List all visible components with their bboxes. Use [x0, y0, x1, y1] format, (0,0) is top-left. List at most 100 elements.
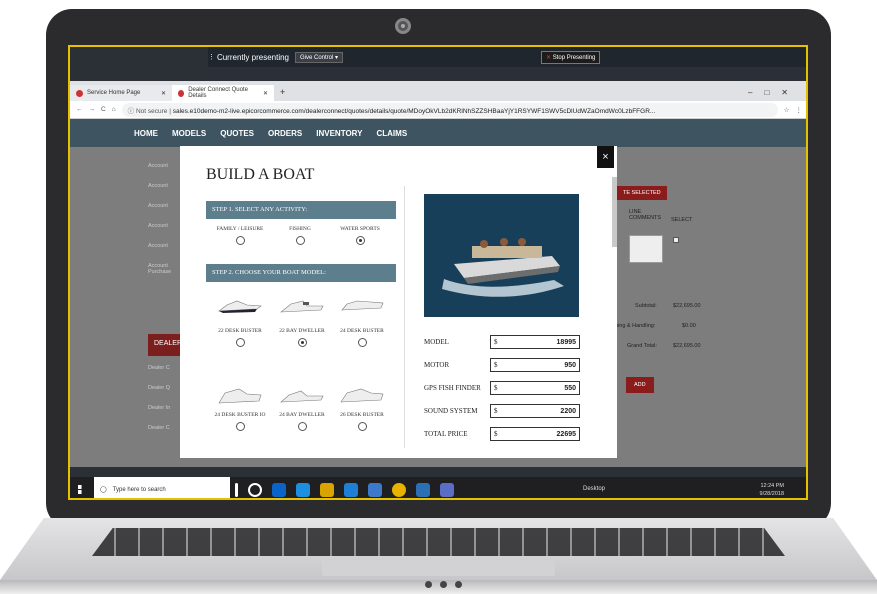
give-control-button[interactable]: Give Control ▾ — [295, 51, 344, 63]
sidebar-item[interactable]: Account — [148, 223, 178, 229]
taskbar-search[interactable]: ◯ Type here to search — [94, 477, 230, 498]
sidebar-item[interactable]: Account — [148, 243, 178, 249]
window-controls[interactable]: –□✕ — [738, 88, 806, 101]
url-field[interactable]: ⓘ Not secure | sales.e10demo-m2-live.epi… — [121, 102, 778, 117]
radio-button[interactable] — [235, 422, 245, 431]
nav-inventory[interactable]: INVENTORY — [316, 129, 362, 138]
stop-presenting-button[interactable]: ✕ Stop Presenting — [541, 51, 601, 64]
step2-header: STEP 2. CHOOSE YOUR BOAT MODEL: — [206, 264, 396, 282]
nav-models[interactable]: MODELS — [172, 129, 206, 138]
tab-service-home[interactable]: Service Home Page ✕ — [70, 85, 172, 101]
windows-taskbar: ◯ Type here to search Desktop 12:24 PM 9/2… — [70, 477, 806, 498]
chrome-icon[interactable] — [392, 482, 406, 497]
radio-button-selected[interactable] — [355, 236, 365, 245]
close-icon[interactable]: ✕ — [263, 90, 268, 97]
app-icon[interactable] — [440, 482, 454, 497]
menu-icon[interactable]: ⋮ — [796, 106, 803, 114]
price-row-model: MODEL $18995 — [424, 334, 584, 350]
presenting-label: Currently presenting — [216, 52, 289, 62]
presenting-bar: ⋮ Currently presenting Give Control ▾ ✕ … — [208, 47, 806, 67]
activity-family-leisure[interactable]: FAMILY / LEISURE — [210, 226, 270, 247]
nav-orders[interactable]: ORDERS — [268, 129, 302, 138]
nav-quotes[interactable]: QUOTES — [220, 129, 254, 138]
screen: ⋮ Currently presenting Give Control ▾ ✕ … — [68, 45, 808, 500]
gps-price-field: $550 — [490, 381, 580, 395]
motor-price-field: $950 — [490, 358, 580, 372]
microphone-icon[interactable] — [235, 482, 238, 497]
select-header: SELECT — [671, 217, 693, 223]
edge-icon[interactable] — [296, 482, 310, 497]
radio-button[interactable] — [235, 236, 245, 245]
activity-water-sports[interactable]: WATER SPORTS — [330, 226, 390, 247]
boat-image — [340, 388, 384, 403]
model-price-field: $18995 — [490, 335, 580, 349]
reload-icon[interactable]: C — [101, 106, 106, 113]
price-row-sound: SOUND SYSTEM $2200 — [424, 403, 584, 419]
model-24-desk-buster[interactable]: 24 DESK BUSTER — [330, 296, 394, 349]
select-checkbox[interactable] — [673, 237, 679, 243]
app-icon[interactable] — [368, 482, 382, 497]
sidebar-item[interactable]: Account — [148, 163, 178, 169]
main-nav: HOME MODELS QUOTES ORDERS INVENTORY CLAI… — [70, 119, 806, 147]
build-a-boat-modal: BUILD A BOAT STEP 1. SELECT ANY ACTIVITY… — [180, 146, 617, 458]
activity-fishing[interactable]: FISHING — [280, 226, 320, 247]
dealer-item[interactable]: Dealer C — [148, 425, 178, 431]
sidebar-item[interactable]: Account — [148, 203, 178, 209]
model-24-desk-buster-io[interactable]: 24 DESK BUSTER IO — [208, 386, 272, 433]
modal-close-button[interactable]: × — [597, 146, 614, 168]
radio-button[interactable] — [357, 338, 367, 347]
laptop-scene: ⋮ Currently presenting Give Control ▾ ✕ … — [0, 0, 877, 594]
radio-button[interactable] — [357, 422, 367, 431]
forward-icon[interactable]: → — [89, 106, 96, 113]
radio-button[interactable] — [235, 338, 245, 347]
model-26-desk-buster[interactable]: 26 DESK BUSTER — [330, 386, 394, 433]
dealer-item[interactable]: Dealer In — [148, 405, 178, 411]
tab-quote-details[interactable]: Dealer Connect Quote Details ✕ — [172, 85, 274, 101]
model-24-bay-dweller[interactable]: 24 BAY DWELLER — [270, 386, 334, 433]
nav-claims[interactable]: CLAIMS — [376, 129, 407, 138]
task-view-icon[interactable] — [248, 482, 262, 497]
home-icon[interactable]: ⌂ — [112, 106, 116, 113]
star-icon[interactable]: ☆ — [784, 106, 790, 114]
file-explorer-icon[interactable] — [320, 482, 334, 497]
clock[interactable]: 12:24 PM 9/28/2018 — [760, 482, 784, 498]
app-icon[interactable] — [416, 482, 430, 497]
price-row-total: TOTAL PRICE $22695 — [424, 426, 584, 442]
sidebar-item[interactable]: Account — [148, 183, 178, 189]
shipping-label: ping & Handling: — [615, 323, 656, 329]
windows-start-icon[interactable] — [70, 477, 94, 498]
comments-textarea[interactable] — [629, 235, 663, 263]
total-price-field: $22695 — [490, 427, 580, 441]
drag-handle-icon[interactable]: ⋮ — [208, 53, 217, 61]
shipping-value: $0.00 — [682, 323, 696, 329]
dealer-item[interactable]: Dealer Q — [148, 385, 178, 391]
dealer-item[interactable]: Dealer C — [148, 365, 178, 371]
te-selected-button[interactable]: TE SELECTED — [617, 186, 667, 200]
address-bar: ← → C ⌂ ⓘ Not secure | sales.e10demo-m2-… — [70, 101, 806, 119]
ie-icon[interactable] — [344, 482, 358, 497]
radio-button-selected[interactable] — [297, 338, 307, 347]
model-22-desk-buster[interactable]: 22 DESK BUSTER — [208, 296, 272, 349]
boat-photo — [424, 194, 579, 317]
nav-home[interactable]: HOME — [134, 129, 158, 138]
sound-price-field: $2200 — [490, 404, 580, 418]
model-22-bay-dweller[interactable]: 22 BAY DWELLER — [270, 296, 334, 349]
outlook-icon[interactable] — [272, 482, 286, 497]
boat-image — [280, 390, 324, 403]
new-tab-button[interactable]: + — [274, 87, 291, 101]
indicator-lights — [425, 581, 462, 588]
radio-button[interactable] — [295, 236, 305, 245]
sidebar-item[interactable]: Account Purchase — [148, 263, 178, 275]
desktop-label[interactable]: Desktop — [583, 486, 605, 492]
radio-button[interactable] — [297, 422, 307, 431]
keyboard — [92, 528, 785, 556]
close-icon[interactable]: ✕ — [161, 90, 166, 97]
subtotal-label: Subtotal: — [635, 303, 657, 309]
boat-image — [218, 300, 262, 313]
modal-scrollbar[interactable] — [612, 177, 617, 247]
close-icon: ✕ — [546, 55, 552, 61]
boat-image — [218, 388, 262, 404]
add-button[interactable]: ADD — [626, 377, 654, 393]
back-icon[interactable]: ← — [76, 106, 83, 113]
modal-title: BUILD A BOAT — [206, 166, 315, 183]
